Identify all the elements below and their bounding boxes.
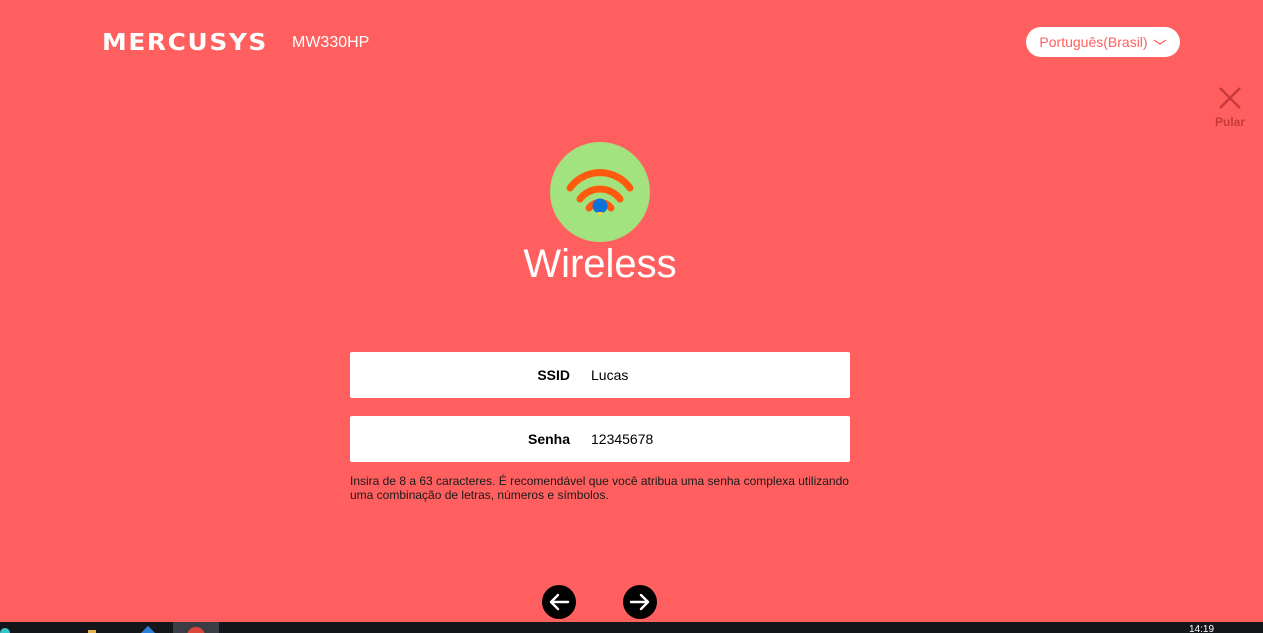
header: MERCUSYS MW330HP Português(Brasil): [0, 0, 1263, 86]
language-label: Português(Brasil): [1039, 34, 1148, 50]
page-title: Wireless: [523, 242, 677, 286]
next-button[interactable]: [623, 585, 657, 619]
password-hint: Insira de 8 a 63 caracteres. É recomendá…: [350, 474, 849, 502]
close-icon: [1219, 87, 1241, 109]
taskbar-app-icon[interactable]: [140, 625, 156, 633]
taskbar: 14:19: [0, 622, 1263, 633]
password-field: Senha: [350, 416, 850, 462]
arrow-left-icon: [549, 593, 570, 611]
password-label: Senha: [527, 431, 570, 447]
clock: 14:19: [1189, 624, 1215, 633]
chevron-down-icon: [1153, 39, 1166, 45]
taskbar-app-icon[interactable]: [0, 628, 10, 633]
ssid-field: SSID: [350, 352, 850, 398]
brand-logo: MERCUSYS: [102, 30, 268, 56]
model-name: MW330HP: [292, 34, 370, 51]
ssid-input[interactable]: [591, 362, 831, 388]
skip-label: Pular: [1214, 115, 1245, 129]
wifi-icon: [550, 142, 650, 242]
previous-button[interactable]: [542, 585, 576, 619]
arrow-right-icon: [629, 593, 650, 611]
skip-button[interactable]: Pular: [1212, 86, 1248, 129]
ssid-label: SSID: [537, 367, 570, 383]
browser-icon: [187, 627, 205, 633]
browser-taskbar-button[interactable]: [173, 622, 219, 633]
password-input[interactable]: [591, 426, 831, 452]
language-select[interactable]: Português(Brasil): [1026, 27, 1180, 57]
